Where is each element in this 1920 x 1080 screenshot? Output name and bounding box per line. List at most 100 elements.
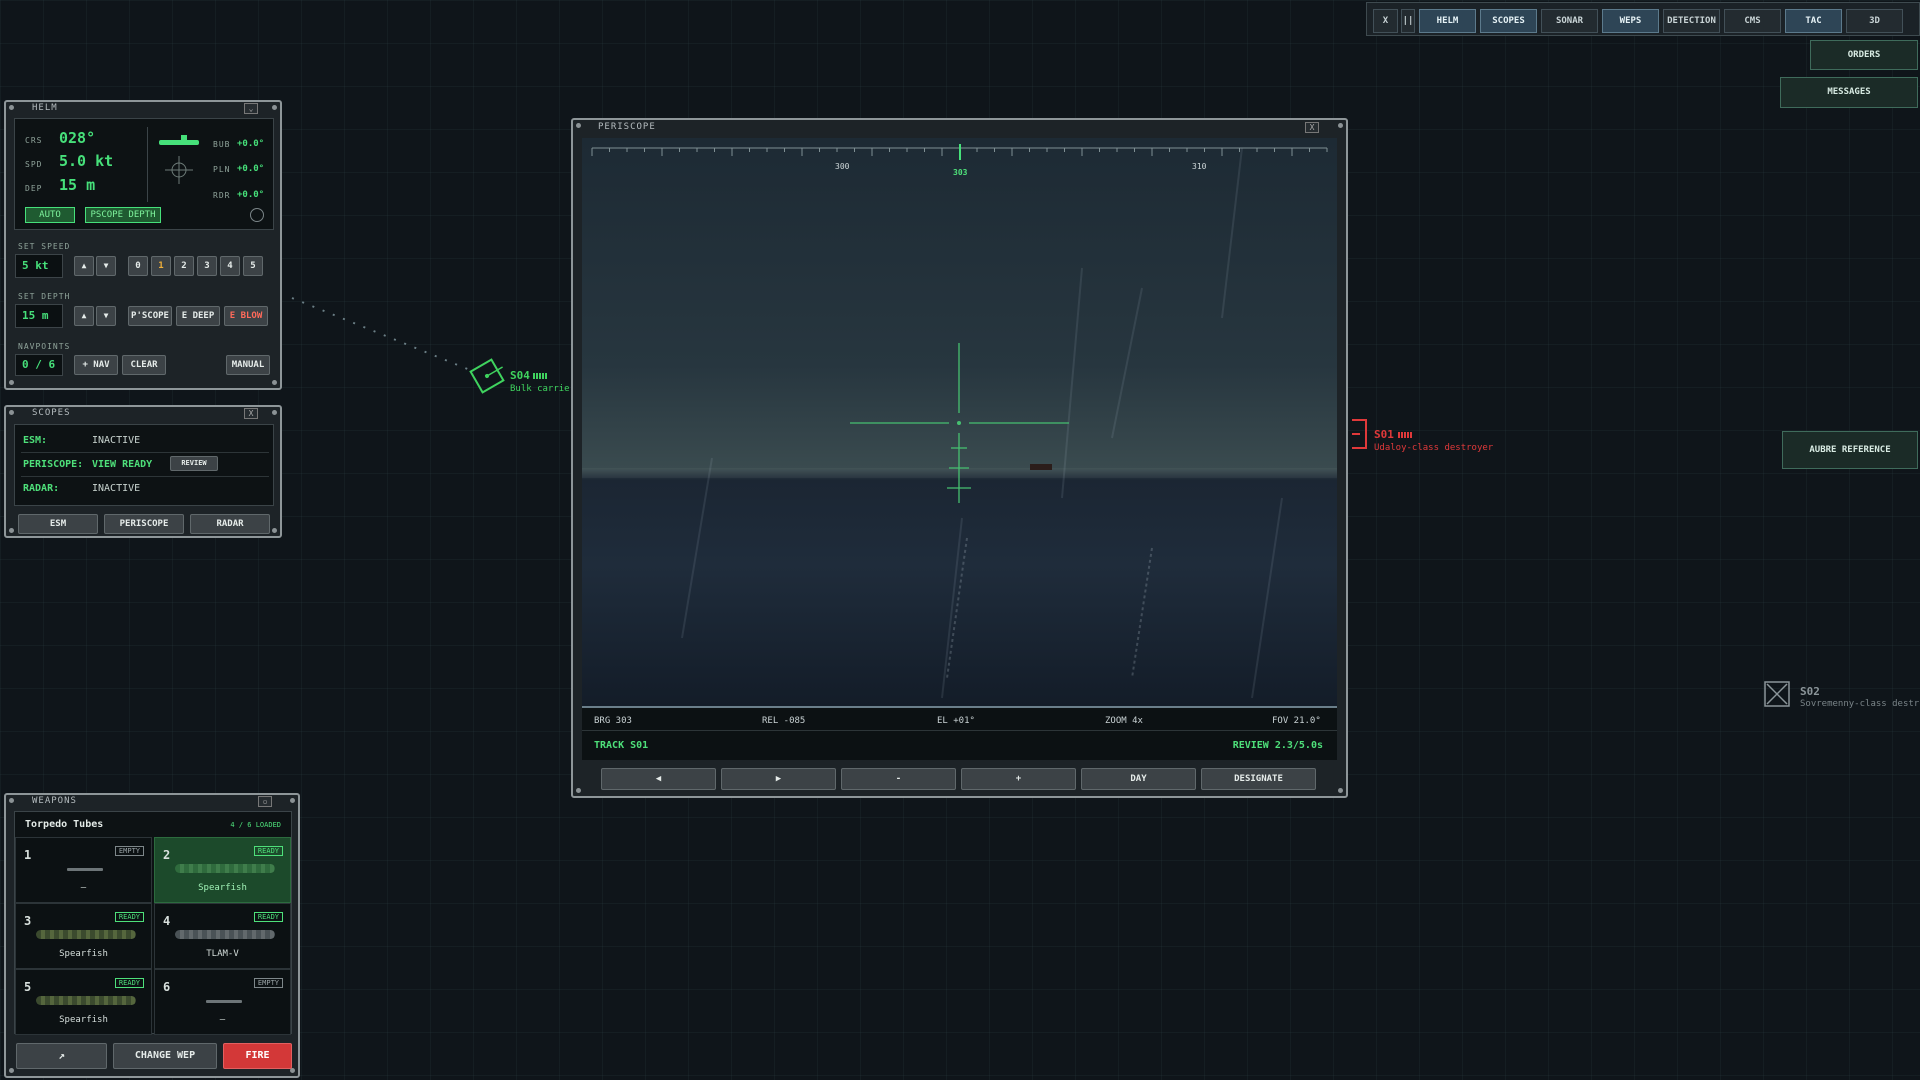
periscope-title: PERISCOPE bbox=[598, 122, 656, 132]
bubble-value: +0.0° bbox=[237, 139, 265, 149]
fire-button[interactable]: FIRE bbox=[223, 1043, 292, 1069]
radar-label: RADAR: bbox=[23, 483, 60, 494]
speed-step-4[interactable]: 4 bbox=[220, 256, 240, 276]
clear-nav-button[interactable]: CLEAR bbox=[122, 355, 166, 375]
periscope-rotate-right-button[interactable]: ▶ bbox=[721, 768, 836, 790]
track-readout: TRACK S01 bbox=[594, 740, 649, 751]
speed-step-0[interactable]: 0 bbox=[128, 256, 148, 276]
bub-label: BUB bbox=[213, 140, 231, 149]
add-nav-button[interactable]: + NAV bbox=[74, 355, 118, 375]
tube-1[interactable]: 1 EMPTY — bbox=[15, 837, 152, 903]
periscope-view[interactable]: 300 303 310 bbox=[582, 138, 1337, 708]
bearing-label-300: 300 bbox=[835, 162, 850, 171]
planes-value: +0.0° bbox=[237, 164, 265, 174]
fov-readout: FOV 21.0° bbox=[1272, 716, 1321, 726]
tube-weapon-name: TLAM-V bbox=[206, 949, 239, 959]
empty-slot-icon bbox=[67, 868, 103, 871]
contact-s04-id[interactable]: S04 bbox=[510, 369, 530, 382]
pscope-depth-button[interactable]: PSCOPE DEPTH bbox=[85, 207, 161, 223]
rdr-label: RDR bbox=[213, 191, 231, 200]
emergency-blow-button[interactable]: E BLOW bbox=[224, 306, 268, 326]
scopes-panel: SCOPES X ESM: INACTIVE PERISCOPE: VIEW R… bbox=[4, 405, 282, 538]
periscope-review-button[interactable]: REVIEW bbox=[170, 456, 218, 471]
emergency-deep-button[interactable]: E DEEP bbox=[176, 306, 220, 326]
speed-step-3[interactable]: 3 bbox=[197, 256, 217, 276]
relative-readout: REL -085 bbox=[762, 716, 806, 726]
depth-value: 15 m bbox=[59, 176, 96, 194]
periscope-day-button[interactable]: DAY bbox=[1081, 768, 1196, 790]
tube-6[interactable]: 6 EMPTY — bbox=[154, 969, 291, 1035]
periscope-designate-button[interactable]: DESIGNATE bbox=[1201, 768, 1316, 790]
speed-step-2[interactable]: 2 bbox=[174, 256, 194, 276]
speed-step-5[interactable]: 5 bbox=[243, 256, 263, 276]
set-depth-display: 15 m bbox=[15, 304, 63, 328]
bearing-readout: BRG 303 bbox=[594, 716, 632, 726]
periscope-zoom-in-button[interactable]: + bbox=[961, 768, 1076, 790]
track-line bbox=[291, 297, 471, 371]
tube-number: 6 bbox=[163, 980, 171, 994]
zoom-readout: ZOOM 4x bbox=[1105, 716, 1143, 726]
speed-step-1[interactable]: 1 bbox=[151, 256, 171, 276]
tube-weapon-name: Spearfish bbox=[59, 949, 108, 959]
scopes-close-button[interactable]: X bbox=[244, 408, 258, 419]
helm-divider bbox=[147, 127, 148, 202]
weapons-panel: WEAPONS ▫ Torpedo Tubes 4 / 6 LOADED 1 E… bbox=[4, 793, 300, 1078]
esm-label: ESM: bbox=[23, 435, 48, 446]
tube-3[interactable]: 3 READY Spearfish bbox=[15, 903, 152, 969]
pscope-button[interactable]: P'SCOPE bbox=[128, 306, 172, 326]
periscope-zoom-out-button[interactable]: - bbox=[841, 768, 956, 790]
depth-up-button[interactable]: ▲ bbox=[74, 306, 94, 326]
set-speed-label: SET SPEED bbox=[18, 242, 71, 251]
radar-status: INACTIVE bbox=[92, 483, 141, 494]
missile-icon bbox=[175, 930, 275, 939]
contact-s02-id[interactable]: S02 bbox=[1800, 685, 1820, 698]
speed-value: 5.0 kt bbox=[59, 152, 114, 170]
helm-title: HELM bbox=[32, 103, 58, 113]
auto-button[interactable]: AUTO bbox=[25, 207, 75, 223]
pln-label: PLN bbox=[213, 165, 231, 174]
tube-4[interactable]: 4 READY TLAM-V bbox=[154, 903, 291, 969]
set-depth-label: SET DEPTH bbox=[18, 292, 71, 301]
tube-status: EMPTY bbox=[114, 846, 144, 856]
weapons-minimize-button[interactable]: ▫ bbox=[258, 796, 272, 807]
tube-number: 2 bbox=[163, 848, 171, 862]
radar-button[interactable]: RADAR bbox=[190, 514, 270, 534]
depth-down-button[interactable]: ▼ bbox=[96, 306, 116, 326]
contact-s04-strength bbox=[533, 373, 547, 379]
tube-number: 1 bbox=[24, 848, 32, 862]
contact-s01-marker bbox=[1352, 419, 1367, 449]
settings-gear-icon[interactable] bbox=[250, 208, 264, 222]
torpedo-icon bbox=[175, 864, 275, 873]
spd-label: SPD bbox=[25, 160, 43, 169]
periscope-info-bar: BRG 303 REL -085 EL +01° ZOOM 4x FOV 21.… bbox=[582, 708, 1337, 760]
tube-status: READY bbox=[114, 978, 144, 988]
tube-weapon-name: Spearfish bbox=[59, 1015, 108, 1025]
contact-s02-desc: Sovremenny-class destr bbox=[1800, 699, 1920, 709]
helm-minimize-button[interactable]: ⌄ bbox=[244, 103, 258, 114]
tube-weapon-name: Spearfish bbox=[198, 883, 247, 893]
helm-readout: CRS 028° SPD 5.0 kt DEP 15 m BUB +0.0° P… bbox=[14, 118, 274, 230]
target-ship bbox=[1030, 464, 1052, 470]
periscope-button[interactable]: PERISCOPE bbox=[104, 514, 184, 534]
torpedo-icon bbox=[36, 996, 136, 1005]
tubes-loaded-count: 4 / 6 LOADED bbox=[230, 821, 281, 829]
tube-weapon-name: — bbox=[80, 883, 87, 893]
manual-button[interactable]: MANUAL bbox=[226, 355, 270, 375]
contact-s01-id[interactable]: S01 bbox=[1374, 428, 1394, 441]
empty-slot-icon bbox=[206, 1000, 242, 1003]
speed-up-button[interactable]: ▲ bbox=[74, 256, 94, 276]
weapon-launch-arrow-button[interactable]: ↗ bbox=[16, 1043, 107, 1069]
periscope-rotate-left-button[interactable]: ◀ bbox=[601, 768, 716, 790]
contact-s01-desc: Udaloy-class destroyer bbox=[1374, 443, 1494, 453]
tube-status: READY bbox=[114, 912, 144, 922]
set-speed-display: 5 kt bbox=[15, 254, 63, 278]
tube-number: 4 bbox=[163, 914, 171, 928]
periscope-label: PERISCOPE: bbox=[23, 459, 84, 470]
esm-button[interactable]: ESM bbox=[18, 514, 98, 534]
course-value: 028° bbox=[59, 129, 96, 147]
change-weapon-button[interactable]: CHANGE WEP bbox=[113, 1043, 217, 1069]
periscope-close-button[interactable]: X bbox=[1305, 122, 1319, 133]
tube-2[interactable]: 2 READY Spearfish bbox=[154, 837, 291, 903]
tube-5[interactable]: 5 READY Spearfish bbox=[15, 969, 152, 1035]
speed-down-button[interactable]: ▼ bbox=[96, 256, 116, 276]
